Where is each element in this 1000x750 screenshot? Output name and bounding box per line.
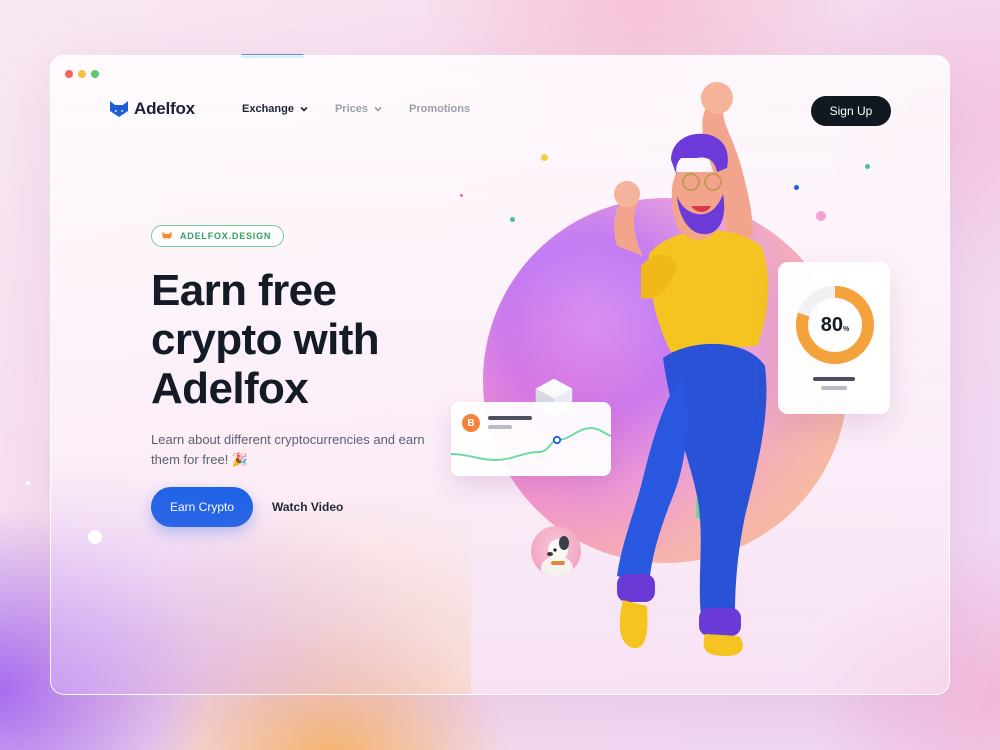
score-value: 80%: [794, 284, 876, 366]
hero-subtext: Learn about different cryptocurrencies a…: [151, 432, 425, 467]
browser-window: Adelfox Exchange Prices Promotions Sign …: [50, 55, 950, 695]
fox-emoji-icon: [162, 231, 172, 241]
floating-bubble: [88, 530, 102, 544]
placeholder-bar: [813, 377, 855, 381]
logo[interactable]: Adelfox: [109, 99, 195, 119]
confetti-dot: [460, 194, 463, 197]
brand-badge: ADELFOX.DESIGN: [151, 225, 285, 247]
chevron-down-icon: [300, 106, 308, 112]
hero-headline: Earn free crypto with Adelfox: [151, 266, 471, 413]
nav-item-label: Prices: [334, 103, 368, 115]
close-dot[interactable]: [65, 70, 73, 78]
maximize-dot[interactable]: [91, 70, 99, 78]
avatar[interactable]: [531, 526, 581, 576]
watch-video-link[interactable]: Watch Video: [272, 487, 343, 527]
headline-line-2: crypto with: [151, 315, 380, 364]
minimize-dot[interactable]: [78, 70, 86, 78]
brand-name: Adelfox: [134, 99, 195, 118]
badge-label: ADELFOX.DESIGN: [180, 231, 272, 241]
confetti-dot: [865, 164, 870, 169]
headline-line-3: Adelfox: [151, 364, 309, 413]
window-controls: [65, 70, 99, 78]
score-number: 80: [820, 313, 843, 336]
score-unit: %: [843, 325, 850, 333]
nav-item-prices[interactable]: Prices: [335, 103, 382, 115]
headline-line-1: Earn free: [151, 266, 337, 315]
nav-item-label: Exchange: [242, 103, 294, 115]
price-chart-card: B: [451, 402, 611, 476]
placeholder-bar: [821, 386, 847, 390]
fox-head-icon: [110, 101, 128, 117]
confetti-dot: [510, 217, 515, 222]
floating-bubble: [26, 481, 30, 485]
chevron-down-icon: [374, 106, 382, 112]
hero-illustration: B 80%: [431, 76, 949, 676]
score-card: 80%: [778, 262, 890, 414]
dog-avatar-icon: [541, 536, 573, 576]
nav-item-exchange[interactable]: Exchange: [242, 103, 308, 115]
price-sparkline: [451, 426, 611, 462]
earn-crypto-button[interactable]: Earn Crypto: [151, 487, 253, 527]
